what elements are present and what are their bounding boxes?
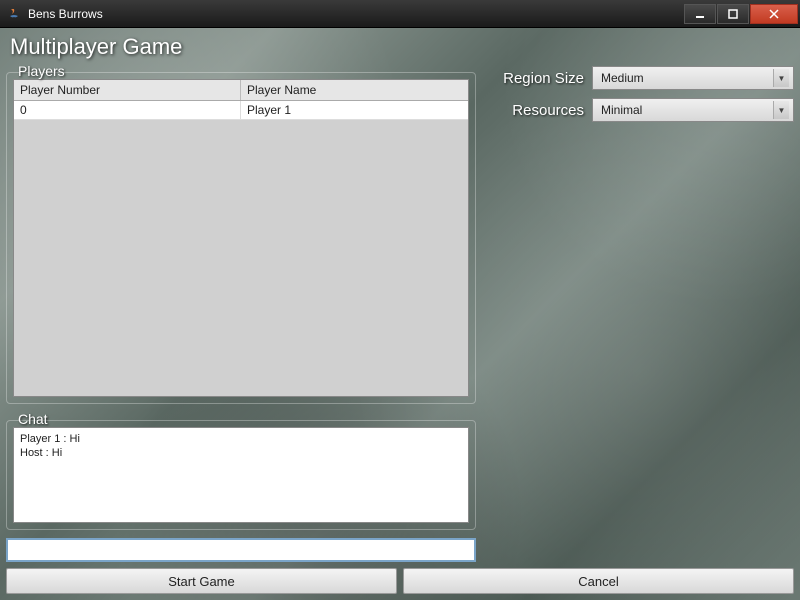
resources-label: Resources xyxy=(484,102,584,119)
java-icon xyxy=(6,6,22,22)
chevron-down-icon: ▼ xyxy=(773,101,789,119)
players-panel-title: Players xyxy=(15,63,68,79)
players-panel: Players Player Number Player Name 0 Play… xyxy=(6,72,476,404)
resources-select[interactable]: Minimal ▼ xyxy=(592,98,794,122)
chat-panel-title: Chat xyxy=(15,411,51,427)
cell-player-number: 0 xyxy=(14,101,241,119)
table-row[interactable]: 0 Player 1 xyxy=(14,101,468,120)
resources-value: Minimal xyxy=(601,103,773,117)
players-table-header: Player Number Player Name xyxy=(14,80,468,101)
chat-message: Player 1 : Hi xyxy=(20,432,462,446)
close-icon xyxy=(769,9,779,19)
cell-player-name: Player 1 xyxy=(241,101,468,119)
chat-input[interactable] xyxy=(6,538,476,562)
chevron-down-icon: ▼ xyxy=(773,69,789,87)
resources-row: Resources Minimal ▼ xyxy=(484,98,794,122)
window-controls xyxy=(683,4,798,24)
maximize-button[interactable] xyxy=(717,4,749,24)
column-header-name[interactable]: Player Name xyxy=(241,80,468,100)
chat-log[interactable]: Player 1 : Hi Host : Hi xyxy=(13,427,469,523)
minimize-button[interactable] xyxy=(684,4,716,24)
start-game-button[interactable]: Start Game xyxy=(6,568,397,594)
region-size-row: Region Size Medium ▼ xyxy=(484,66,794,90)
window-title: Bens Burrows xyxy=(28,7,683,21)
right-column: Region Size Medium ▼ Resources Minimal ▼ xyxy=(484,64,794,566)
region-size-value: Medium xyxy=(601,71,773,85)
players-table-body: 0 Player 1 xyxy=(14,101,468,396)
minimize-icon xyxy=(695,9,705,19)
region-size-select[interactable]: Medium ▼ xyxy=(592,66,794,90)
maximize-icon xyxy=(728,9,738,19)
content-area: Multiplayer Game Players Player Number P… xyxy=(0,28,800,600)
titlebar[interactable]: Bens Burrows xyxy=(0,0,800,28)
main-row: Players Player Number Player Name 0 Play… xyxy=(6,64,794,566)
column-header-number[interactable]: Player Number xyxy=(14,80,241,100)
page-title: Multiplayer Game xyxy=(6,34,794,64)
chat-panel: Chat Player 1 : Hi Host : Hi xyxy=(6,420,476,530)
players-table[interactable]: Player Number Player Name 0 Player 1 xyxy=(13,79,469,397)
close-button[interactable] xyxy=(750,4,798,24)
chat-message: Host : Hi xyxy=(20,446,462,460)
cancel-label: Cancel xyxy=(578,574,618,589)
region-size-label: Region Size xyxy=(484,70,584,87)
left-column: Players Player Number Player Name 0 Play… xyxy=(6,64,476,566)
cancel-button[interactable]: Cancel xyxy=(403,568,794,594)
start-game-label: Start Game xyxy=(168,574,234,589)
app-window: Bens Burrows Multiplayer Game Players P xyxy=(0,0,800,600)
button-row: Start Game Cancel xyxy=(6,566,794,594)
